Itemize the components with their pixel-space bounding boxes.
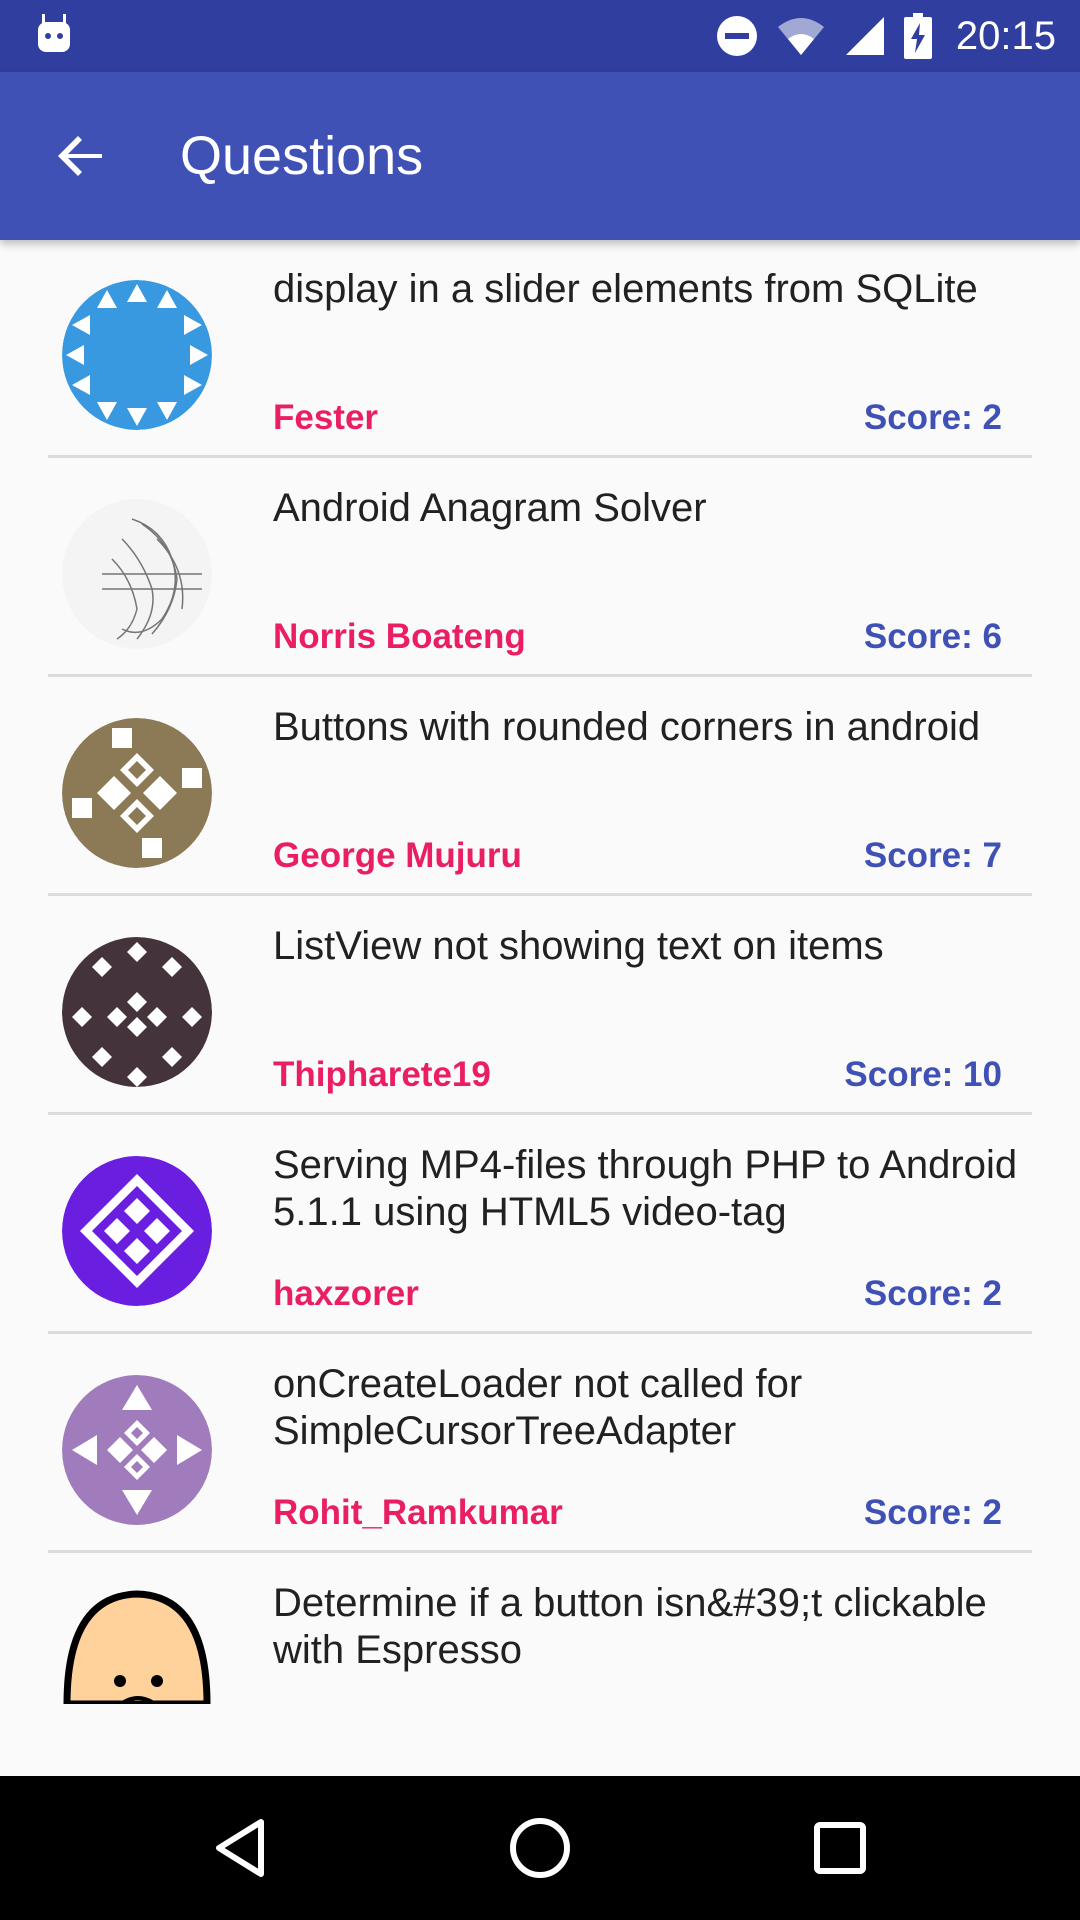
divider bbox=[48, 893, 1032, 896]
battery-charging-icon bbox=[903, 13, 932, 59]
question-score: Score: 2 bbox=[863, 1274, 1002, 1313]
question-title: ListView not showing text on items bbox=[273, 924, 884, 968]
question-owner: Thipharete19 bbox=[273, 1055, 491, 1094]
app-bar: Questions bbox=[0, 72, 1080, 240]
question-score: Score: 2 bbox=[863, 1493, 1002, 1532]
question-title: Android Anagram Solver bbox=[273, 486, 707, 530]
back-triangle-icon[interactable] bbox=[205, 1812, 277, 1884]
avatar bbox=[62, 937, 212, 1087]
question-row[interactable]: Android Anagram Solver Norris Boateng Sc… bbox=[48, 459, 1032, 677]
home-circle-icon[interactable] bbox=[504, 1812, 576, 1884]
divider bbox=[48, 1112, 1032, 1115]
question-score: Score: 10 bbox=[844, 1055, 1002, 1094]
navigation-bar bbox=[0, 1776, 1080, 1920]
avatar bbox=[62, 1375, 212, 1525]
avatar bbox=[62, 718, 212, 868]
status-icons: 20:15 bbox=[716, 0, 1056, 72]
divider bbox=[48, 674, 1032, 677]
question-title: Serving MP4-files through PHP to Android… bbox=[273, 1143, 1018, 1234]
avatar bbox=[62, 280, 212, 430]
question-owner: Rohit_Ramkumar bbox=[273, 1493, 563, 1532]
clock: 20:15 bbox=[955, 13, 1056, 58]
recents-square-icon[interactable] bbox=[804, 1812, 876, 1884]
question-owner: Norris Boateng bbox=[273, 617, 526, 656]
arrow-back-icon[interactable] bbox=[50, 124, 114, 188]
divider bbox=[48, 1331, 1032, 1334]
divider bbox=[48, 455, 1032, 458]
cell-signal-icon bbox=[845, 17, 884, 55]
question-title: onCreateLoader not called for SimpleCurs… bbox=[273, 1362, 803, 1453]
page-title: Questions bbox=[180, 126, 424, 186]
question-owner: George Mujuru bbox=[273, 836, 522, 875]
do-not-disturb-icon bbox=[716, 16, 757, 56]
avatar bbox=[62, 1586, 212, 1708]
question-title: Determine if a button isn&#39;t clickabl… bbox=[273, 1581, 987, 1672]
question-row[interactable]: onCreateLoader not called for SimpleCurs… bbox=[48, 1335, 1032, 1553]
question-owner: Fester bbox=[273, 398, 379, 437]
android-icon bbox=[38, 14, 70, 52]
question-list[interactable]: display in a slider elements from SQLite… bbox=[0, 240, 1080, 1726]
question-score: Score: 7 bbox=[863, 836, 1002, 875]
question-row[interactable]: Determine if a button isn&#39;t clickabl… bbox=[48, 1554, 1032, 1726]
question-title: Buttons with rounded corners in android bbox=[273, 705, 981, 749]
question-owner: haxzorer bbox=[273, 1274, 419, 1313]
question-title: display in a slider elements from SQLite bbox=[273, 267, 978, 311]
question-row[interactable]: ListView not showing text on items Thiph… bbox=[48, 897, 1032, 1115]
wifi-icon bbox=[777, 18, 824, 55]
question-score: Score: 6 bbox=[863, 617, 1002, 656]
avatar bbox=[62, 499, 212, 649]
question-row[interactable]: display in a slider elements from SQLite… bbox=[48, 240, 1032, 458]
question-score: Score: 2 bbox=[863, 398, 1002, 437]
divider bbox=[48, 1550, 1032, 1553]
question-row[interactable]: Serving MP4-files through PHP to Android… bbox=[48, 1116, 1032, 1334]
avatar bbox=[62, 1156, 212, 1306]
status-bar: 20:15 bbox=[0, 0, 1080, 72]
question-row[interactable]: Buttons with rounded corners in android … bbox=[48, 678, 1032, 896]
